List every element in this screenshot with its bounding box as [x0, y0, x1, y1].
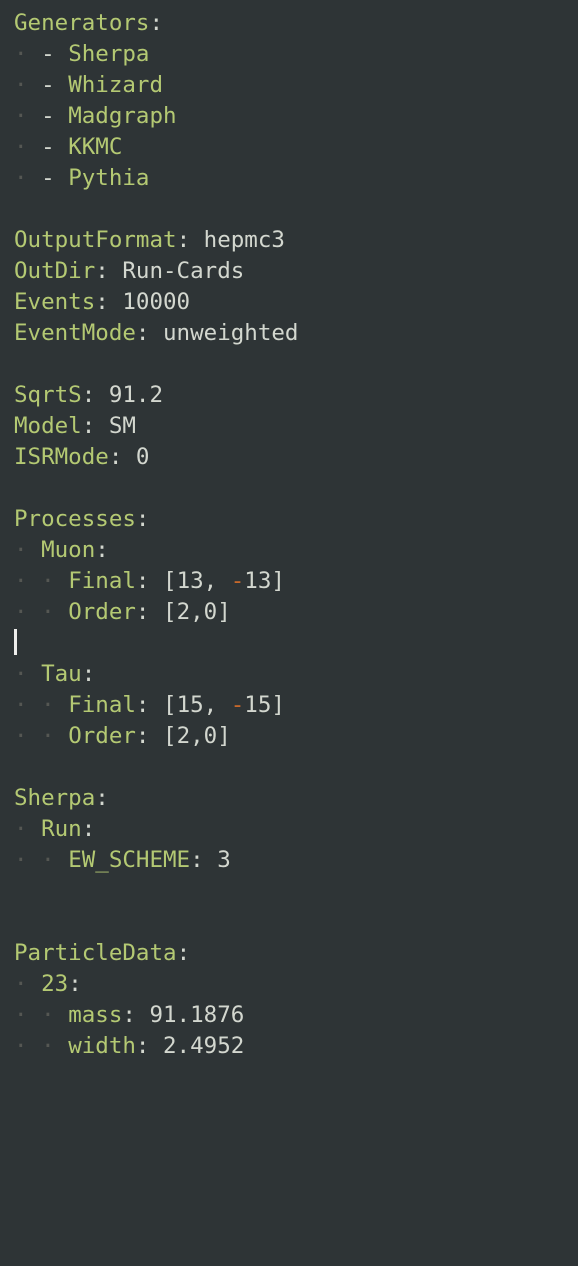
key-ewscheme: EW_SCHEME	[68, 847, 190, 873]
val-width: 2.4952	[163, 1033, 244, 1059]
key-run: Run	[41, 816, 82, 842]
key-tau: Tau	[41, 661, 82, 687]
key-outputformat: OutputFormat	[14, 227, 177, 253]
key-processes: Processes	[14, 506, 136, 532]
gen-item: Madgraph	[68, 103, 176, 129]
gen-item: KKMC	[68, 134, 122, 160]
gen-item: Pythia	[68, 165, 149, 191]
key-generators: Generators	[14, 10, 149, 36]
key-muon: Muon	[41, 537, 95, 563]
key-23: 23	[41, 971, 68, 997]
key-particledata: ParticleData	[14, 940, 177, 966]
val-events: 10000	[122, 289, 190, 315]
key-final: Final	[68, 692, 136, 718]
val-outdir: Run-Cards	[122, 258, 244, 284]
val-sqrts: 91.2	[109, 382, 163, 408]
yaml-code-view[interactable]: Generators: · - Sherpa · - Whizard · - M…	[0, 0, 578, 1062]
key-isrmode: ISRMode	[14, 444, 109, 470]
key-sqrts: SqrtS	[14, 382, 82, 408]
muon-final-0: 13	[177, 568, 204, 594]
key-sherpa: Sherpa	[14, 785, 95, 811]
key-model: Model	[14, 413, 82, 439]
key-order: Order	[68, 723, 136, 749]
key-events: Events	[14, 289, 95, 315]
val-ewscheme: 3	[217, 847, 231, 873]
val-eventmode: unweighted	[163, 320, 298, 346]
key-width: width	[68, 1033, 136, 1059]
val-isrmode: 0	[136, 444, 150, 470]
key-order: Order	[68, 599, 136, 625]
val-outputformat: hepmc3	[204, 227, 285, 253]
key-final: Final	[68, 568, 136, 594]
gen-item: Whizard	[68, 72, 163, 98]
val-model: SM	[109, 413, 136, 439]
key-eventmode: EventMode	[14, 320, 136, 346]
text-cursor	[14, 629, 17, 655]
key-outdir: OutDir	[14, 258, 95, 284]
key-mass: mass	[68, 1002, 122, 1028]
gen-item: Sherpa	[68, 41, 149, 67]
tau-final-0: 15	[177, 692, 204, 718]
val-mass: 91.1876	[149, 1002, 244, 1028]
